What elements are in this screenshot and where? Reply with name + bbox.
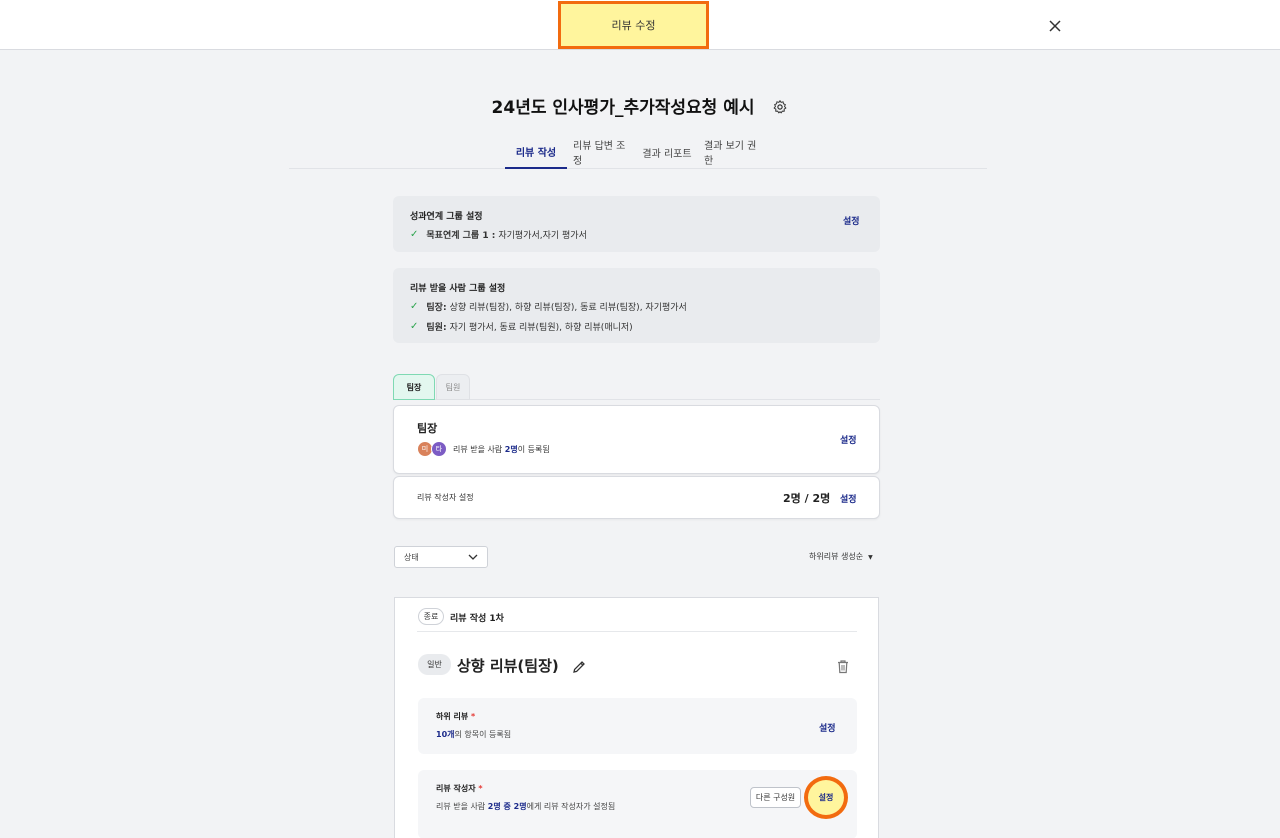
- reviewee-group-title: 리뷰 받을 사람 그룹 설정: [410, 284, 506, 294]
- leader-registered-text: 리뷰 받을 사람 2명이 등록됨: [453, 445, 550, 454]
- sub-review-desc: 10개의 항목이 등록됨: [436, 730, 512, 739]
- divider: [417, 631, 857, 632]
- header-title: 리뷰 수정: [558, 1, 709, 49]
- performance-group-title: 성과연계 그룹 설정: [410, 212, 483, 222]
- writer-settings-card: 리뷰 작성자 설정 2명 / 2명 설정: [393, 476, 880, 519]
- review-title: 상향 리뷰(팀장): [457, 657, 559, 675]
- status-badge: 종료: [418, 608, 444, 625]
- trash-icon[interactable]: [836, 659, 850, 674]
- tab-answer-adjust[interactable]: 리뷰 답변 조정: [573, 135, 629, 169]
- performance-group-card: 성과연계 그룹 설정 ✓ 목표연계 그룹 1 : 자기평가서,자기 평가서 설정: [393, 196, 880, 252]
- check-icon: ✓: [410, 321, 419, 332]
- avatar: 타: [431, 441, 447, 457]
- sub-review-set-link[interactable]: 설정: [819, 721, 836, 734]
- caret-down-icon: ▼: [868, 554, 873, 561]
- subtab-member[interactable]: 팀원: [436, 374, 470, 400]
- sub-review-box: 하위 리뷰 * 10개의 항목이 등록됨 설정: [418, 698, 857, 754]
- sort-dropdown[interactable]: 하위리뷰 생성순 ▼: [809, 551, 873, 562]
- tab-result-permission[interactable]: 결과 보기 권한: [704, 135, 764, 169]
- writer-set-link[interactable]: 설정: [840, 492, 857, 505]
- writers-set-button[interactable]: 설정: [804, 776, 848, 819]
- writer-count: 2명 / 2명: [783, 492, 831, 505]
- main-tabs: 리뷰 작성 리뷰 답변 조정 결과 리포트 결과 보기 권한: [289, 135, 987, 169]
- status-select[interactable]: 상태: [394, 546, 488, 568]
- group-sub-tabs: 팀장 팀원: [393, 374, 880, 400]
- subtab-leader[interactable]: 팀장: [393, 374, 435, 400]
- tab-review-write[interactable]: 리뷰 작성: [505, 135, 567, 169]
- reviewee-group-item-member: ✓ 팀원: 자기 평가서, 동료 리뷰(팀원), 하향 리뷰(매니저): [410, 321, 633, 333]
- writers-desc: 리뷰 받을 사람 2명 중 2명에게 리뷰 작성자가 설정됨: [436, 802, 616, 811]
- leader-card: 팀장 미 타 리뷰 받을 사람 2명이 등록됨 설정: [393, 405, 880, 474]
- reviewee-group-card: 리뷰 받을 사람 그룹 설정 ✓ 팀장: 상향 리뷰(팀장), 하향 리뷰(팀장…: [393, 268, 880, 343]
- check-icon: ✓: [410, 229, 419, 240]
- leader-set-link[interactable]: 설정: [840, 433, 857, 446]
- top-bar: 리뷰 수정: [0, 0, 1280, 50]
- tab-result-report[interactable]: 결과 리포트: [642, 135, 692, 169]
- performance-group-item: ✓ 목표연계 그룹 1 : 자기평가서,자기 평가서: [410, 229, 587, 241]
- check-icon: ✓: [410, 301, 419, 312]
- writers-label: 리뷰 작성자 *: [436, 784, 483, 793]
- leader-card-title: 팀장: [417, 422, 438, 435]
- page-title-text: 24년도 인사평가_추가작성요청 예시: [491, 98, 755, 118]
- chevron-down-icon: [468, 554, 478, 560]
- gear-icon[interactable]: [772, 99, 788, 115]
- other-member-button[interactable]: 다른 구성원: [750, 787, 801, 808]
- close-icon[interactable]: [1046, 17, 1064, 35]
- performance-group-set-link[interactable]: 설정: [843, 214, 860, 227]
- reviewee-group-item-leader: ✓ 팀장: 상향 리뷰(팀장), 하향 리뷰(팀장), 동료 리뷰(팀장), 자…: [410, 301, 687, 313]
- type-badge: 일반: [418, 654, 451, 675]
- round-title: 리뷰 작성 1차: [450, 614, 504, 624]
- edit-icon[interactable]: [571, 659, 587, 675]
- sub-review-label: 하위 리뷰 *: [436, 712, 476, 721]
- writer-settings-label: 리뷰 작성자 설정: [417, 493, 474, 502]
- page-title: 24년도 인사평가_추가작성요청 예시: [0, 93, 1280, 118]
